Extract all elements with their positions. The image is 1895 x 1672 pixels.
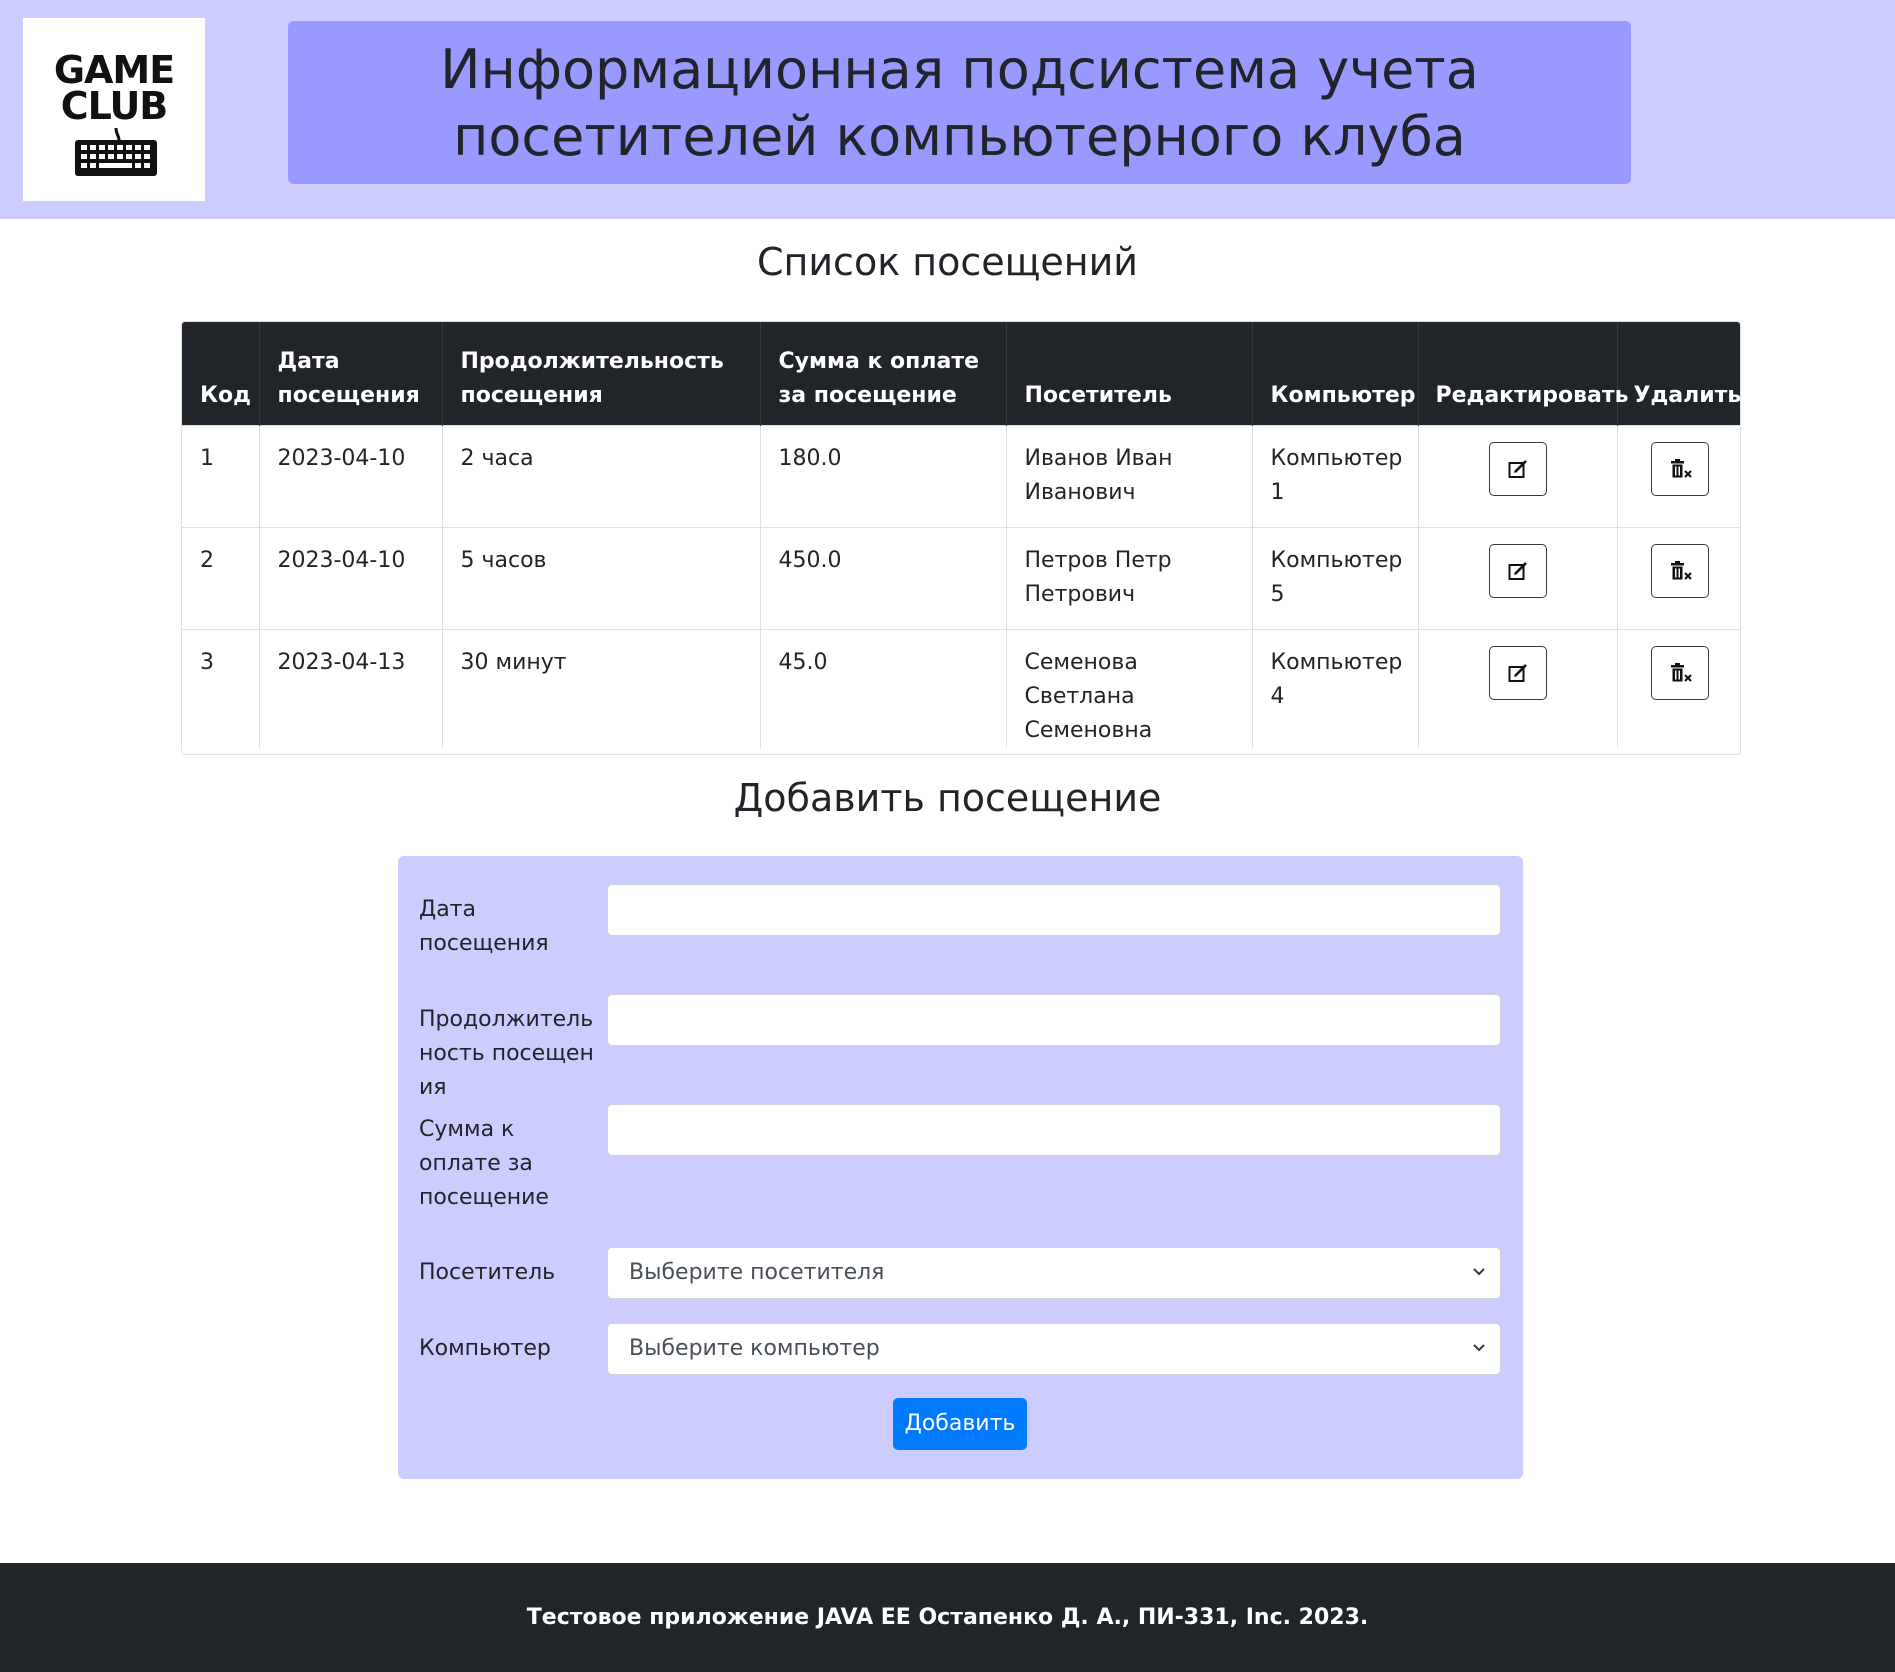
cell-code: 3: [182, 628, 260, 748]
edit-icon: [1508, 561, 1527, 580]
sum-input[interactable]: [607, 1104, 1501, 1156]
cell-computer: Компьютер 1: [1252, 424, 1419, 527]
column-header-edit: Редактировать: [1418, 322, 1629, 425]
delete-button[interactable]: [1650, 543, 1709, 598]
edit-button[interactable]: [1488, 441, 1547, 496]
delete-button[interactable]: [1650, 645, 1709, 700]
cell-edit: [1418, 424, 1618, 527]
app-title: Информационная подсистема учета посетите…: [440, 37, 1479, 168]
edit-icon: [1508, 663, 1527, 682]
sum-label: Сумма к оплате за посещение: [419, 1117, 549, 1210]
cell-visitor: Семенова Светлана Семеновна: [1006, 628, 1253, 748]
date-label: Дата посещения: [419, 897, 549, 956]
page-footer: Тестовое приложение JAVA EE Остапенко Д.…: [0, 1563, 1895, 1672]
visitor-label: Посетитель: [419, 1260, 556, 1285]
cell-date: 2023-04-13: [259, 628, 443, 748]
edit-button[interactable]: [1488, 645, 1547, 700]
visitor-select-value: Выберите посетителя: [629, 1260, 885, 1285]
cell-duration: 2 часа: [442, 424, 761, 527]
add-visit-button[interactable]: Добавить: [893, 1398, 1027, 1450]
edit-button[interactable]: [1488, 543, 1547, 598]
computer-label: Компьютер: [419, 1336, 551, 1361]
duration-input[interactable]: [607, 994, 1501, 1046]
computer-select-value: Выберите компьютер: [629, 1336, 880, 1361]
cell-edit: [1418, 628, 1618, 748]
cell-date: 2023-04-10: [259, 526, 443, 629]
add-visit-heading: Добавить посещение: [733, 776, 1162, 820]
computer-select[interactable]: Выберите компьютер: [607, 1323, 1501, 1375]
column-header-sum: Сумма к оплате за посещение: [760, 322, 1007, 425]
delete-icon: [1670, 560, 1692, 580]
cell-code: 1: [182, 424, 260, 527]
logo: GAME CLUB: [23, 18, 205, 201]
edit-icon: [1508, 459, 1527, 478]
cell-code: 2: [182, 526, 260, 629]
app-title-banner: Информационная подсистема учета посетите…: [288, 21, 1631, 184]
logo-line-2: CLUB: [60, 84, 169, 128]
logo-wordmark: GAME CLUB: [51, 48, 177, 128]
delete-icon: [1670, 662, 1692, 682]
cell-edit: [1418, 526, 1618, 629]
page-header: GAME CLUB Информационная подсистема учет…: [0, 0, 1895, 219]
column-header-duration: Продолжительность посещения: [442, 322, 761, 425]
logo-line-1: GAME: [53, 48, 175, 92]
column-header-code: Код: [182, 322, 260, 425]
cell-visitor: Петров Петр Петрович: [1006, 526, 1253, 629]
chevron-down-icon: [1473, 1344, 1485, 1352]
duration-label-text: Продолжительность посещения: [419, 1007, 594, 1100]
cell-sum: 450.0: [760, 526, 1007, 629]
table-row: 3 2023-04-13 30 минут 45.0 Семенова Свет…: [182, 628, 1740, 748]
visitor-select[interactable]: Выберите посетителя: [607, 1247, 1501, 1299]
column-header-date: Дата посещения: [259, 322, 443, 425]
cell-delete: [1617, 424, 1740, 527]
cell-date: 2023-04-10: [259, 424, 443, 527]
add-visit-form: Дата посещения Продолжительность посещен…: [398, 856, 1523, 1479]
column-header-delete: Удалить: [1617, 322, 1740, 425]
cell-sum: 180.0: [760, 424, 1007, 527]
visits-list-heading: Список посещений: [756, 240, 1139, 284]
cell-delete: [1617, 628, 1740, 748]
visits-table-container: Код Дата посещения Продолжительность пос…: [181, 321, 1741, 755]
cell-duration: 30 минут: [442, 628, 761, 748]
cell-computer: Компьютер 4: [1252, 628, 1419, 748]
table-row: 2 2023-04-10 5 часов 450.0 Петров Петр П…: [182, 526, 1740, 629]
visits-table: Код Дата посещения Продолжительность пос…: [182, 322, 1740, 748]
footer-text: Тестовое приложение JAVA EE Остапенко Д.…: [526, 1605, 1369, 1630]
cell-delete: [1617, 526, 1740, 629]
cell-duration: 5 часов: [442, 526, 761, 629]
column-header-computer: Компьютер: [1252, 322, 1419, 425]
duration-label: Продолжительность посещения: [419, 1003, 607, 1105]
delete-icon: [1670, 458, 1692, 478]
cell-visitor: Иванов Иван Иванович: [1006, 424, 1253, 527]
keyboard-icon: [75, 128, 157, 176]
table-row: 1 2023-04-10 2 часа 180.0 Иванов Иван Ив…: [182, 424, 1740, 527]
table-header-row: Код Дата посещения Продолжительность пос…: [182, 322, 1740, 425]
date-input[interactable]: [607, 884, 1501, 936]
column-header-visitor: Посетитель: [1006, 322, 1253, 425]
cell-sum: 45.0: [760, 628, 1007, 748]
chevron-down-icon: [1473, 1268, 1485, 1276]
delete-button[interactable]: [1650, 441, 1709, 496]
cell-computer: Компьютер 5: [1252, 526, 1419, 629]
